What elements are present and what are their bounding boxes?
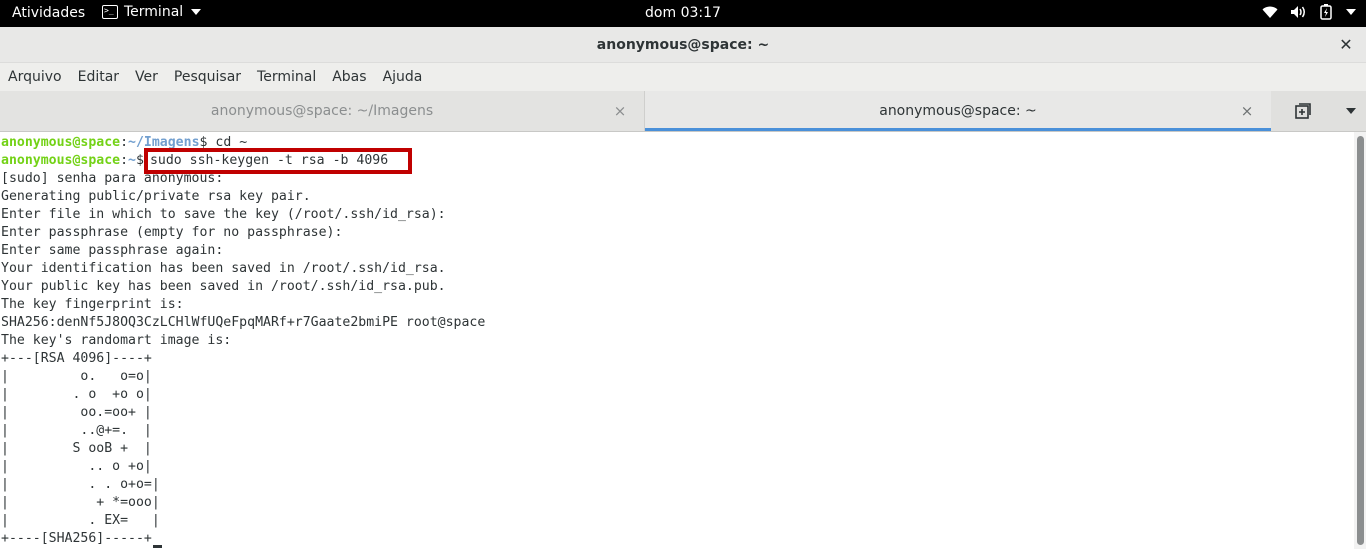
activities-button[interactable]: Atividades: [12, 5, 85, 21]
app-menu-button[interactable]: >_ Terminal: [102, 4, 202, 20]
menu-ver[interactable]: Ver: [135, 69, 166, 85]
gnome-top-bar: Atividades >_ Terminal dom 03:17: [0, 0, 1366, 27]
tab-home[interactable]: anonymous@space: ~ ×: [645, 91, 1271, 131]
output-line: Enter file in which to save the key (/ro…: [1, 207, 446, 222]
terminal-output[interactable]: anonymous@space:~/Imagens$ cd ~ anonymou…: [0, 132, 1354, 549]
output-line: | . o +o o|: [1, 387, 152, 402]
scrollbar-thumb[interactable]: [1357, 136, 1364, 545]
output-line: The key fingerprint is:: [1, 297, 184, 312]
tab-close-button[interactable]: ×: [1239, 91, 1255, 131]
terminal-app-icon: >_: [102, 5, 118, 19]
new-tab-button[interactable]: [1271, 91, 1335, 131]
output-line: | . . o+o=|: [1, 477, 160, 492]
output-line: Your public key has been saved in /root/…: [1, 279, 446, 294]
output-line: +----[SHA256]-----+: [1, 530, 1354, 548]
output-line: Your identification has been saved in /r…: [1, 261, 446, 276]
output-line: Enter same passphrase again:: [1, 243, 224, 258]
menu-pesquisar[interactable]: Pesquisar: [174, 69, 249, 85]
volume-icon: [1291, 6, 1305, 18]
output-line: SHA256:denNf5J8OQ3CzLCHlWfUQeFpqMARf+r7G…: [1, 315, 486, 330]
output-line: Generating public/private rsa key pair.: [1, 189, 311, 204]
menu-arquivo[interactable]: Arquivo: [8, 69, 70, 85]
new-tab-icon: [1295, 103, 1311, 119]
output-line: | .. o +o|: [1, 459, 152, 474]
menu-editar[interactable]: Editar: [78, 69, 127, 85]
terminal-cursor: [152, 545, 162, 548]
tab-close-button[interactable]: ×: [612, 91, 628, 131]
system-tray[interactable]: [1262, 4, 1356, 20]
tab-label: anonymous@space: ~: [879, 103, 1037, 119]
chevron-down-icon: [1345, 108, 1356, 114]
terminal-line: anonymous@space:~$ sudo ssh-keygen -t rsa…: [1, 148, 1354, 174]
menu-abas[interactable]: Abas: [332, 69, 374, 85]
tabs-menu-button[interactable]: [1335, 91, 1366, 131]
output-line: | S ooB + |: [1, 441, 152, 456]
menu-terminal[interactable]: Terminal: [257, 69, 324, 85]
chevron-down-icon: [191, 9, 202, 15]
power-menu-chevron-icon: [1346, 9, 1356, 15]
battery-icon: [1320, 4, 1332, 20]
prompt-path: ~: [128, 153, 136, 168]
tab-bar: anonymous@space: ~/Imagens × anonymous@s…: [0, 91, 1366, 132]
output-line: +---[RSA 4096]----+: [1, 351, 152, 366]
tab-imagens[interactable]: anonymous@space: ~/Imagens ×: [0, 91, 645, 131]
clock[interactable]: dom 03:17: [645, 5, 721, 21]
output-line: | oo.=oo+ |: [1, 405, 152, 420]
app-menu-label: Terminal: [124, 4, 184, 20]
output-line: The key's randomart image is:: [1, 333, 232, 348]
terminal-scrollbar[interactable]: [1354, 132, 1366, 549]
prompt-user: anonymous@space: [1, 135, 121, 150]
output-line: Enter passphrase (empty for no passphras…: [1, 225, 343, 240]
window-titlebar[interactable]: anonymous@space: ~ ✕: [0, 27, 1366, 63]
close-window-button[interactable]: ✕: [1336, 35, 1356, 55]
window-title: anonymous@space: ~: [596, 37, 770, 53]
output-line: | ..@+=. |: [1, 423, 152, 438]
highlighted-command: sudo ssh-keygen -t rsa -b 4096: [143, 148, 413, 174]
output-line: | + *=ooo|: [1, 495, 160, 510]
menu-bar: Arquivo Editar Ver Pesquisar Terminal Ab…: [0, 63, 1366, 91]
tab-label: anonymous@space: ~/Imagens: [210, 103, 434, 119]
output-line: | o. o=o|: [1, 369, 152, 384]
output-line: | . EX= |: [1, 513, 160, 528]
command-output: [sudo] senha para anonymous: Generating p…: [1, 170, 1354, 548]
wifi-icon: [1262, 6, 1278, 18]
prompt-user: anonymous@space: [1, 153, 121, 168]
menu-ajuda[interactable]: Ajuda: [383, 69, 431, 85]
